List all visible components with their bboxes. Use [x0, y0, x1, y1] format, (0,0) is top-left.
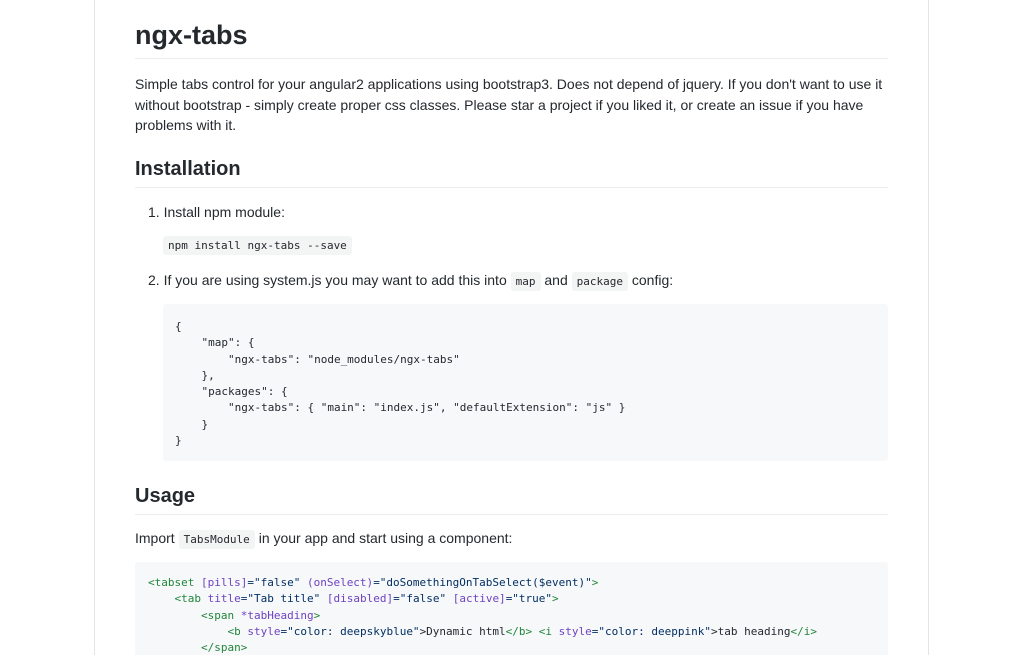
- code-tag-i-open: <i: [538, 624, 553, 638]
- code-attr-pills: [pills]: [200, 576, 248, 589]
- code-attr-style: style: [247, 624, 281, 638]
- code-tag-tab-open: <tab: [174, 592, 202, 606]
- code-tag-span-open: <span: [200, 608, 235, 622]
- install-step-2: 2. If you are using system.js you may wa…: [148, 270, 673, 292]
- usage-text: Import TabsModule in your app and start …: [135, 528, 512, 550]
- code-tag-close: >: [552, 592, 559, 606]
- code-val-onselect: ="doSomethingOnTabSelect($event)": [373, 576, 592, 589]
- step2-text-and: and: [544, 272, 568, 288]
- install-step-1: 1. Install npm module:: [148, 204, 285, 220]
- config-code-block: { "map": { "ngx-tabs": "node_modules/ngx…: [163, 304, 888, 461]
- usage-code-block: <tabset [pills]="false" (onSelect)="doSo…: [135, 562, 888, 655]
- code-text: >Dynamic html: [419, 624, 506, 638]
- code-tag-b-close: </b>: [505, 624, 533, 638]
- code-val-style: ="color: deeppink": [591, 624, 711, 638]
- step2-code-map: map: [510, 272, 541, 291]
- step2-code-package: package: [571, 272, 628, 291]
- code-attr-title: title: [207, 592, 241, 606]
- code-attr-active: [active]: [452, 592, 506, 606]
- installation-heading: Installation: [135, 155, 888, 188]
- code-val-style: ="color: deepskyblue": [280, 624, 420, 638]
- code-tag-i-close: </i>: [790, 624, 817, 638]
- code-tag-span-close: </span>: [200, 641, 248, 655]
- step2-text-pre: 2. If you are using system.js you may wa…: [148, 272, 507, 288]
- code-tag-b-open: <b: [227, 624, 241, 638]
- code-val-disabled: ="false": [393, 592, 447, 606]
- code-tag-close: >: [313, 608, 321, 622]
- code-attr-tabheading: *tabHeading: [240, 608, 314, 622]
- code-val-pills: ="false": [247, 576, 301, 589]
- usage-text-pre: Import: [135, 530, 175, 546]
- code-tag-tabset-open: <tabset: [148, 576, 195, 589]
- usage-code-tabsmodule: TabsModule: [178, 530, 255, 549]
- npm-command: npm install ngx-tabs --save: [163, 236, 352, 255]
- page-title: ngx-tabs: [135, 16, 888, 59]
- readme-container: ngx-tabs Simple tabs control for your an…: [94, 0, 929, 655]
- code-tag-close: >: [591, 576, 599, 589]
- code-val-title: ="Tab title": [240, 592, 321, 606]
- code-attr-style: style: [558, 624, 592, 638]
- npm-command-code: npm install ngx-tabs --save: [163, 236, 352, 255]
- code-attr-disabled: [disabled]: [326, 592, 394, 606]
- code-text: >tab heading: [711, 624, 791, 638]
- code-val-active: ="true": [505, 592, 553, 606]
- step2-text-post: config:: [631, 272, 674, 288]
- usage-heading: Usage: [135, 482, 888, 515]
- usage-text-post: in your app and start using a component:: [258, 530, 513, 546]
- intro-paragraph: Simple tabs control for your angular2 ap…: [135, 76, 883, 133]
- code-attr-onselect: (onSelect): [306, 576, 374, 589]
